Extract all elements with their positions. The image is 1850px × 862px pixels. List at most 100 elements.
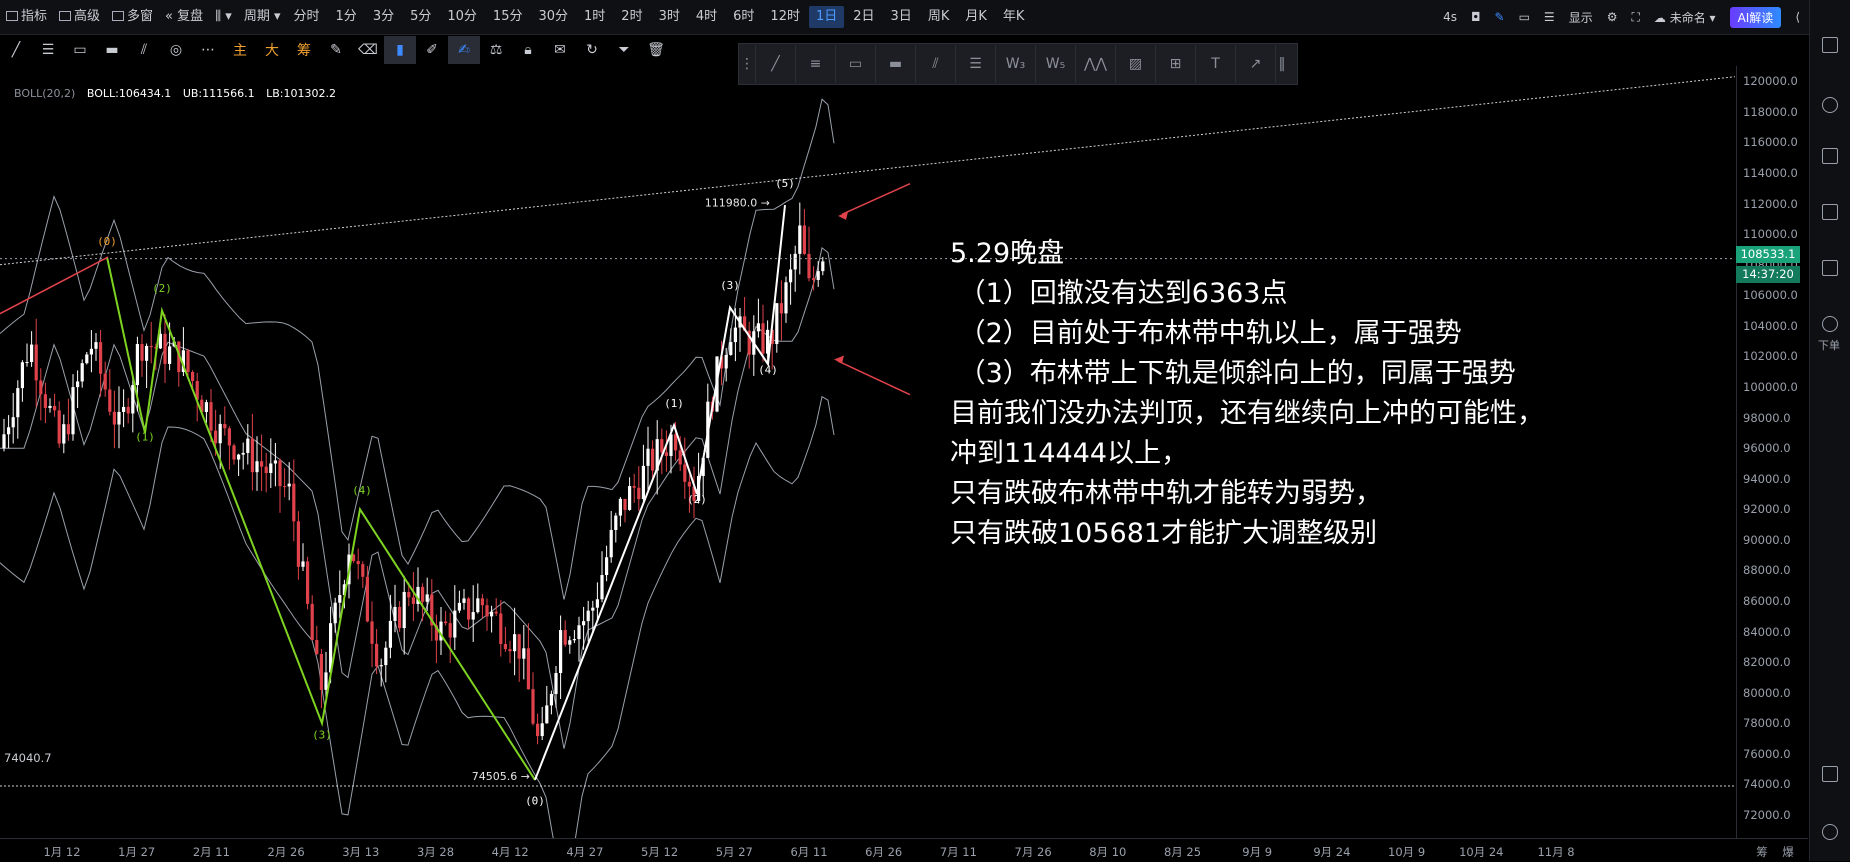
- cloud-save-button[interactable]: ☁ 未命名 ▾: [1654, 9, 1716, 26]
- time-axis[interactable]: 筹 爆 1月 12 1月 27 2月 11 2月 26 3月 13 3月 28 4月 12 4…: [0, 838, 1808, 862]
- rect-tool-icon[interactable]: ▭: [64, 36, 96, 64]
- price-axis[interactable]: 120000.0 118000.0 116000.0 114000.0 112000.0…: [1736, 66, 1809, 838]
- big-order-icon[interactable]: 大: [256, 36, 288, 64]
- chart-icon[interactable]: [1822, 148, 1838, 164]
- annotation-line: 5.29晚盘: [950, 238, 1065, 269]
- ai-analysis-button[interactable]: AI解读: [1729, 6, 1782, 28]
- period-9[interactable]: 3时: [652, 6, 687, 28]
- period-13[interactable]: 1日: [808, 6, 845, 28]
- candle-body: [292, 483, 296, 522]
- candle-body: [411, 597, 415, 604]
- boll-lower-line: [0, 395, 835, 838]
- monitor-icon[interactable]: [1822, 204, 1838, 220]
- more-tools-icon[interactable]: ⋯: [192, 36, 224, 64]
- drawing-toolbar: ╱ ☰ ▭ ▬ ⫽ ◎ ⋯ 主 大 筹 ✎ ⌫ ▮ ✐ ✍ ⚖ 🔒︎ ✉ ↻ ⏷…: [0, 35, 730, 65]
- liquidation-label[interactable]: 爆: [1782, 844, 1794, 860]
- clock-icon[interactable]: [1822, 97, 1838, 113]
- pen-icon[interactable]: ✎: [1495, 10, 1505, 24]
- display-button[interactable]: 显示: [1569, 9, 1593, 26]
- candle-body: [112, 411, 116, 425]
- candle-body: [480, 598, 484, 606]
- multi-window-button[interactable]: 多窗: [106, 5, 159, 29]
- candle-body: [99, 342, 103, 374]
- chip-icon[interactable]: 筹: [288, 36, 320, 64]
- compare-icon[interactable]: ⚖: [480, 36, 512, 64]
- support-icon[interactable]: [1822, 824, 1838, 840]
- brush-icon[interactable]: ✐: [416, 36, 448, 64]
- candle-body: [131, 385, 135, 414]
- period-4[interactable]: 10分: [440, 6, 484, 28]
- hline-tool-icon[interactable]: ☰: [32, 36, 64, 64]
- candle-body: [733, 327, 737, 343]
- replay-button[interactable]: « 复盘: [159, 5, 209, 29]
- fib-tool-icon[interactable]: ⫽: [128, 36, 160, 64]
- settings-icon[interactable]: ⚙: [1607, 10, 1618, 24]
- line-tool-icon[interactable]: ╱: [0, 36, 32, 64]
- candle-body: [476, 598, 480, 613]
- note-icon[interactable]: ✉: [544, 36, 576, 64]
- period-3[interactable]: 5分: [403, 6, 438, 28]
- bookmark-icon[interactable]: ▮: [384, 36, 416, 64]
- price-tick: 92000.0: [1743, 502, 1791, 517]
- ruler-tool-icon[interactable]: ▬: [96, 36, 128, 64]
- period-18[interactable]: 年K: [996, 6, 1032, 28]
- period-17[interactable]: 月K: [958, 6, 994, 28]
- trash-icon[interactable]: 🗑︎: [640, 36, 672, 64]
- candle-body: [287, 483, 291, 487]
- share-icon[interactable]: ⟨: [1795, 10, 1800, 24]
- period-16[interactable]: 周K: [921, 6, 957, 28]
- period-7[interactable]: 1时: [577, 6, 612, 28]
- period-12[interactable]: 12时: [763, 6, 807, 28]
- advanced-button[interactable]: 高级: [53, 5, 106, 29]
- period-14[interactable]: 2日: [846, 6, 881, 28]
- period-5[interactable]: 15分: [486, 6, 530, 28]
- candle-body: [20, 362, 24, 389]
- indicator-button[interactable]: 指标: [0, 5, 53, 29]
- date-tick: 10月 9: [1388, 845, 1426, 859]
- lock-icon[interactable]: 🔒︎: [512, 36, 544, 64]
- draw-mode-icon[interactable]: ✍: [448, 36, 480, 64]
- magnet-icon[interactable]: ↻: [576, 36, 608, 64]
- date-tick: 10月 24: [1459, 845, 1504, 859]
- edit-icon[interactable]: ✎: [320, 36, 352, 64]
- order-icon[interactable]: [1822, 316, 1838, 332]
- candle-body: [600, 575, 604, 600]
- period-11[interactable]: 6时: [726, 6, 761, 28]
- watchlist-icon[interactable]: [1822, 37, 1838, 53]
- list-icon[interactable]: ☰: [1544, 10, 1555, 24]
- filter-icon[interactable]: ⏷: [608, 36, 640, 64]
- date-tick: 9月 9: [1242, 845, 1273, 859]
- cloud-label: 未命名: [1669, 10, 1706, 25]
- candle-body: [393, 606, 397, 621]
- period-15[interactable]: 3日: [884, 6, 919, 28]
- wallet-icon[interactable]: [1822, 260, 1838, 276]
- period-1[interactable]: 1分: [329, 6, 364, 28]
- layout-icon[interactable]: [1822, 766, 1838, 782]
- order-label[interactable]: 下单: [1818, 337, 1840, 353]
- fullscreen-icon[interactable]: ⛶: [1631, 10, 1639, 25]
- spiral-tool-icon[interactable]: ◎: [160, 36, 192, 64]
- candle-body: [471, 612, 475, 620]
- window-icon[interactable]: ▭: [1519, 10, 1530, 24]
- period-10[interactable]: 4时: [689, 6, 724, 28]
- chart-type-button[interactable]: ⫼ ▾: [209, 5, 238, 29]
- candle-body: [232, 445, 236, 460]
- candle-body: [457, 602, 461, 611]
- candle-body: [448, 623, 452, 638]
- candle-body: [209, 402, 213, 431]
- candle-body: [398, 606, 402, 629]
- candle-body: [508, 649, 512, 652]
- period-8[interactable]: 2时: [614, 6, 649, 28]
- camera-icon[interactable]: ◘: [1471, 10, 1481, 24]
- period-dropdown[interactable]: 周期 ▾: [238, 5, 287, 29]
- period-6[interactable]: 30分: [531, 6, 575, 28]
- eraser-icon[interactable]: ⌫: [352, 36, 384, 64]
- refresh-interval[interactable]: 4s: [1443, 10, 1457, 24]
- main-indicator-icon[interactable]: 主: [224, 36, 256, 64]
- period-2[interactable]: 3分: [366, 6, 401, 28]
- period-0[interactable]: 分时: [287, 6, 327, 28]
- boll-name[interactable]: BOLL(20,2): [14, 87, 75, 100]
- analysis-annotation[interactable]: 5.29晚盘 （1）回撤没有达到6363点 （2）目前处于布林带中轨以上，属于强…: [950, 234, 1544, 554]
- candle-body: [11, 417, 15, 428]
- chip-label[interactable]: 筹: [1756, 844, 1768, 860]
